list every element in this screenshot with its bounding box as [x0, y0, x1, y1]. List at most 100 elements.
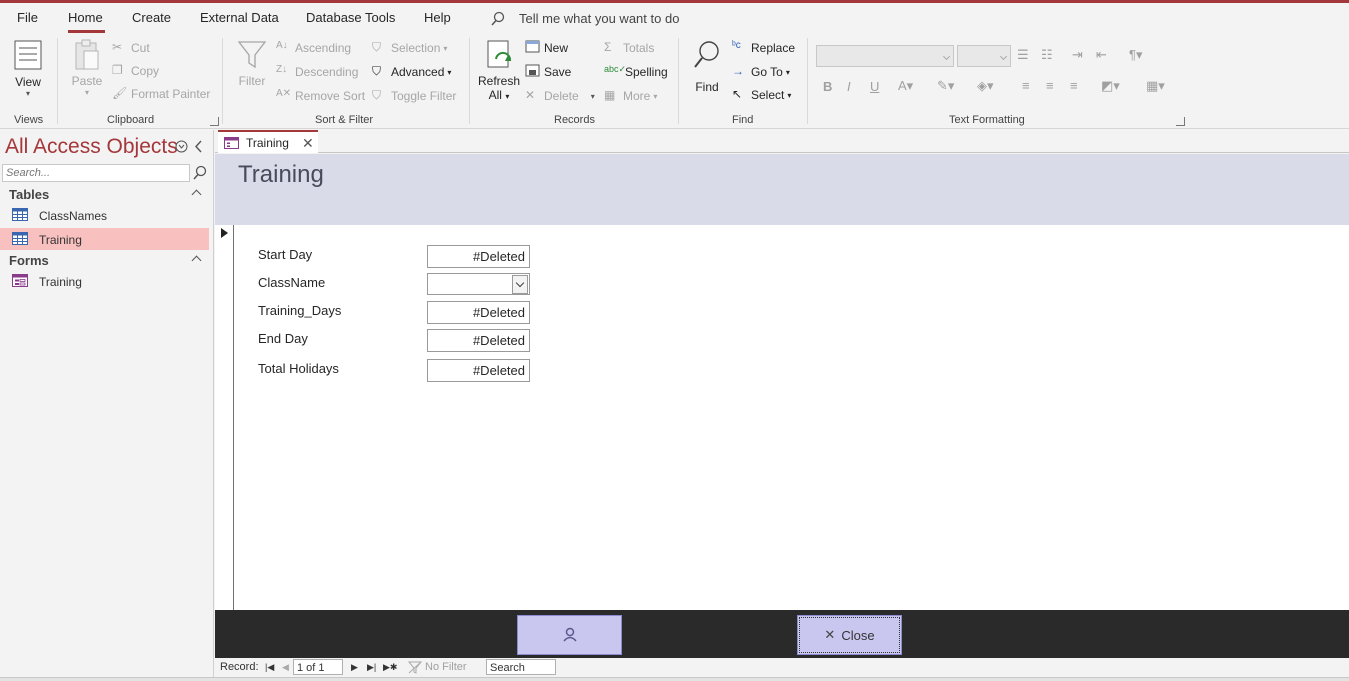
spelling-label: Spelling — [625, 65, 668, 79]
numbering-icon[interactable]: ☷ — [1041, 47, 1053, 63]
save-record-button[interactable]: Save — [525, 64, 571, 80]
clipboard-launcher-icon[interactable] — [210, 117, 219, 126]
classname-combo[interactable] — [427, 273, 530, 295]
find-label: Find — [695, 80, 719, 94]
delete-record-button[interactable]: ✕ Delete ▾ — [525, 88, 595, 104]
tab-label: Training — [246, 136, 289, 150]
tab-create[interactable]: Create — [132, 10, 171, 25]
bold-button[interactable]: B — [823, 79, 832, 94]
divider — [57, 38, 58, 124]
italic-button[interactable]: I — [847, 79, 851, 94]
more-button[interactable]: ▦ More ▾ — [604, 88, 657, 104]
refresh-all-label: All — [488, 88, 502, 102]
ribbon: View ▾ Views Paste ▾ ✂ Cut ❐ Copy 🖌 Format … — [0, 33, 1349, 129]
delete-icon: ✕ — [525, 88, 536, 102]
close-form-button[interactable]: ✕ Close — [797, 615, 902, 655]
search-icon[interactable] — [190, 164, 210, 182]
selection-button[interactable]: ⛉ Selection ▾ — [372, 40, 447, 56]
previous-record-icon[interactable]: ◀ — [282, 662, 289, 673]
cut-button[interactable]: ✂ Cut — [112, 40, 150, 56]
record-search-input[interactable]: Search — [486, 659, 556, 675]
view-button[interactable]: View ▾ — [10, 39, 46, 98]
last-record-icon[interactable]: ▶| — [367, 662, 376, 673]
close-tab-icon[interactable]: ✕ — [302, 135, 314, 152]
nav-pane-title[interactable]: All Access Objects — [5, 135, 178, 159]
tab-training-form[interactable]: Training ✕ — [218, 130, 318, 153]
spelling-check-icon: abc✓ — [604, 64, 627, 74]
nav-section-label: Tables — [9, 187, 50, 202]
toggle-filter-button[interactable]: ⛉ Toggle Filter — [372, 88, 456, 104]
font-size-combo[interactable] — [957, 45, 1011, 67]
total-holidays-field[interactable]: #Deleted — [427, 359, 530, 382]
filter-status[interactable]: No Filter — [425, 661, 467, 673]
decrease-indent-icon[interactable]: ⇤ — [1096, 47, 1107, 63]
align-right-icon[interactable]: ≡ — [1070, 78, 1078, 93]
font-name-combo[interactable] — [816, 45, 954, 67]
font-color-icon[interactable]: A▾ — [898, 78, 913, 94]
go-to-button[interactable]: → Go To ▾ — [732, 64, 790, 80]
text-formatting-launcher-icon[interactable] — [1176, 117, 1185, 126]
tab-home[interactable]: Home — [68, 10, 103, 25]
copy-button[interactable]: ❐ Copy — [112, 63, 159, 79]
nav-item-training-table[interactable]: Training — [0, 228, 209, 250]
nav-item-training-form[interactable]: Training — [0, 270, 209, 292]
divider — [469, 38, 470, 124]
descending-button[interactable]: Z↓ Descending — [276, 64, 358, 80]
highlight-color-icon[interactable]: ✎▾ — [937, 78, 954, 94]
find-group-label: Find — [732, 114, 754, 126]
current-record-input[interactable]: 1 of 1 — [293, 659, 343, 675]
close-icon: ✕ — [824, 627, 836, 642]
spelling-button[interactable]: abc✓ Spelling — [604, 64, 668, 80]
find-button[interactable]: Find — [689, 39, 725, 94]
collapse-pane-icon[interactable] — [194, 140, 204, 153]
align-center-icon[interactable]: ≡ — [1046, 78, 1054, 93]
new-label: New — [544, 41, 569, 55]
tab-external-data[interactable]: External Data — [200, 10, 279, 25]
magnifier-icon — [694, 41, 719, 68]
alternate-row-color-icon[interactable]: ◩▾ — [1101, 78, 1120, 94]
new-record-button[interactable]: New — [525, 40, 568, 56]
tab-database-tools[interactable]: Database Tools — [306, 10, 395, 25]
paragraph-direction-icon[interactable]: ¶▾ — [1129, 47, 1143, 63]
form-icon — [224, 137, 239, 149]
nav-section-tables[interactable]: Tables — [0, 184, 214, 204]
replace-button[interactable]: ᵇc Replace — [732, 40, 795, 56]
start-day-field[interactable]: #Deleted — [427, 245, 530, 268]
selection-label: Selection — [391, 41, 441, 55]
format-painter-button[interactable]: 🖌 Format Painter — [112, 86, 210, 102]
first-record-icon[interactable]: |◀ — [265, 662, 274, 673]
refresh-all-button[interactable]: Refresh All ▾ — [478, 39, 520, 102]
tab-file[interactable]: File — [17, 10, 38, 25]
classname-label: ClassName — [258, 275, 326, 290]
increase-indent-icon[interactable]: ⇥ — [1072, 47, 1083, 63]
gridlines-icon[interactable]: ▦▾ — [1146, 78, 1165, 94]
align-left-icon[interactable]: ≡ — [1022, 78, 1030, 93]
nav-item-classnames-table[interactable]: ClassNames — [0, 204, 209, 226]
nav-search-input[interactable] — [2, 164, 190, 182]
underline-button[interactable]: U — [870, 79, 879, 94]
nav-section-forms[interactable]: Forms — [0, 250, 214, 270]
bullets-icon[interactable]: ☰ — [1017, 47, 1029, 63]
tab-help[interactable]: Help — [424, 10, 451, 25]
background-color-icon[interactable]: ◈▾ — [977, 78, 994, 94]
search-record-button[interactable] — [517, 615, 622, 655]
end-day-field[interactable]: #Deleted — [427, 329, 530, 352]
record-selector[interactable] — [215, 225, 234, 610]
new-record-nav-icon[interactable]: ▶✱ — [383, 662, 397, 673]
advanced-button[interactable]: ⛉ Advanced ▾ — [372, 64, 451, 80]
training-days-field[interactable]: #Deleted — [427, 301, 530, 324]
remove-sort-button[interactable]: A✕ Remove Sort — [276, 88, 365, 104]
text-formatting-group-label: Text Formatting — [949, 114, 1025, 126]
scissors-icon: ✂ — [112, 40, 123, 54]
descending-label: Descending — [295, 65, 359, 79]
totals-button[interactable]: Σ Totals — [604, 40, 654, 56]
paste-button[interactable]: Paste ▾ — [70, 39, 104, 97]
nav-item-label: Training — [39, 233, 82, 247]
tell-me-search[interactable]: Tell me what you want to do — [519, 11, 679, 26]
filter-button[interactable]: Filter — [232, 39, 272, 88]
next-record-icon[interactable]: ▶ — [351, 662, 358, 673]
ascending-button[interactable]: A↓ Ascending — [276, 40, 351, 56]
chevron-down-icon[interactable] — [512, 275, 528, 294]
nav-menu-dropdown-icon[interactable] — [175, 140, 188, 153]
select-button[interactable]: ↖ Select ▾ — [732, 87, 791, 103]
